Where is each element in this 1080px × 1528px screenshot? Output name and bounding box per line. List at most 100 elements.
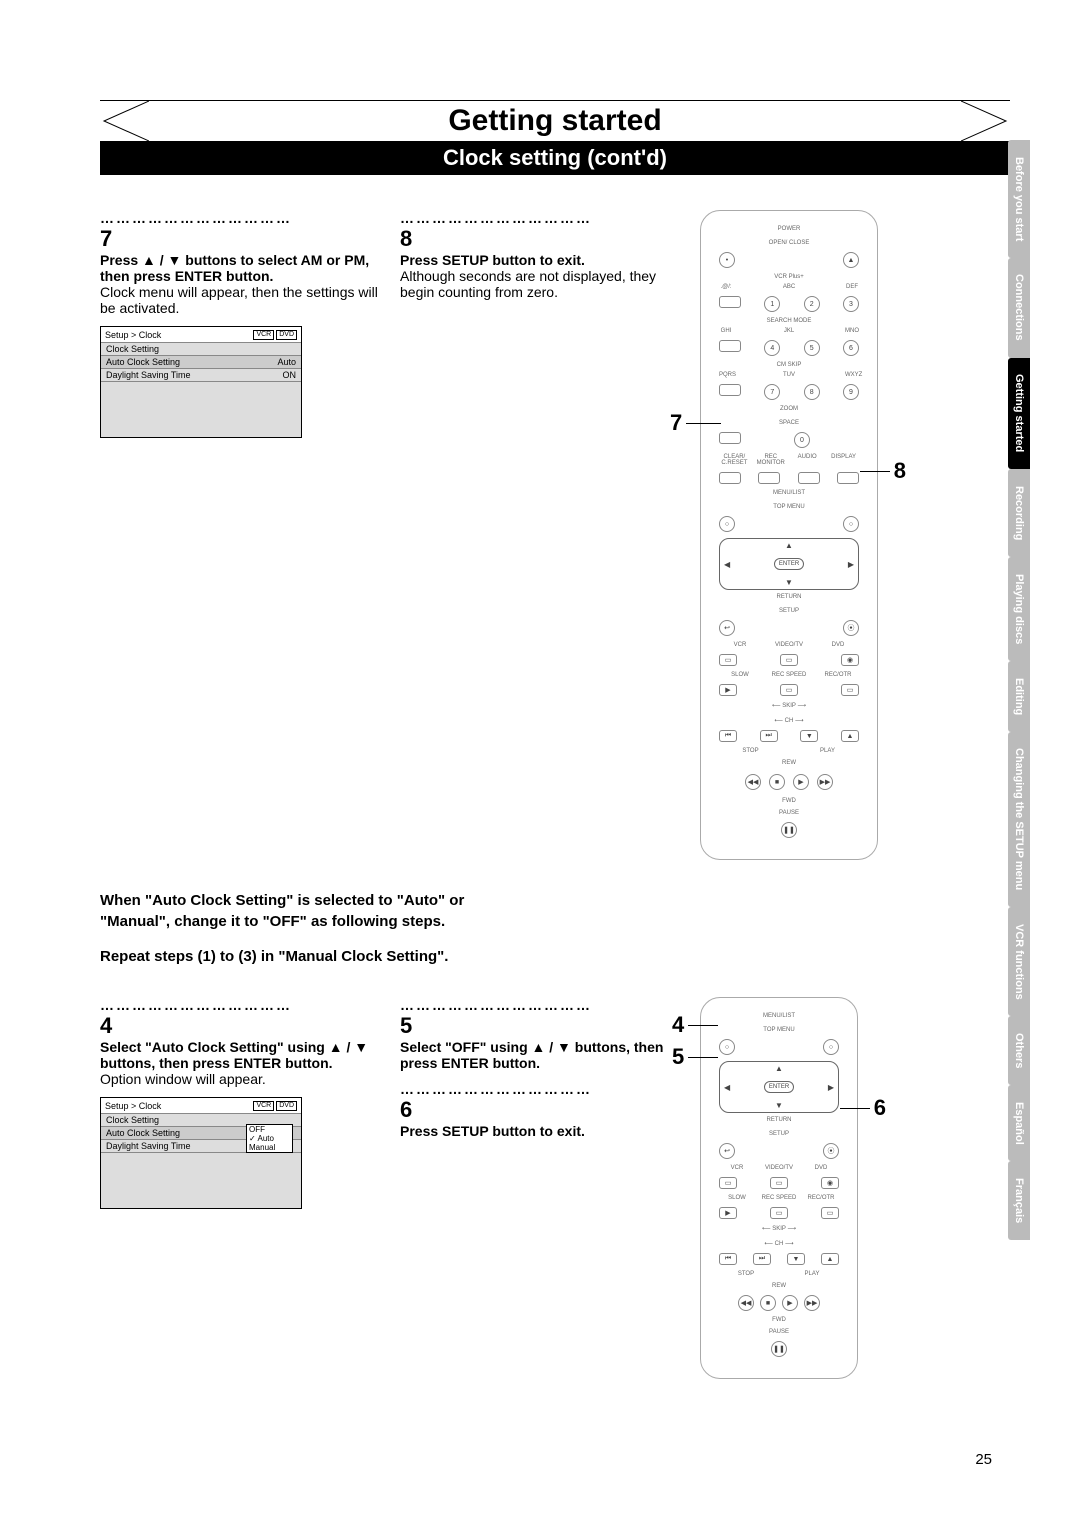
midtext-line-3: Repeat steps (1) to (3) in "Manual Clock… — [100, 946, 1010, 967]
return-button: ↩ — [719, 1143, 735, 1159]
nav-wheel: ▲▼◀▶ENTER — [719, 1061, 839, 1113]
osd-row-value: Auto — [277, 357, 296, 367]
num-8-button: 8 — [804, 384, 820, 400]
step-7-body: Clock menu will appear, then the setting… — [100, 284, 380, 316]
num-1-button: 1 — [764, 296, 780, 312]
step-4-body: Option window will appear. — [100, 1071, 380, 1087]
step-8-body: Although seconds are not displayed, they… — [400, 268, 680, 300]
open-close-button: ▲ — [843, 252, 859, 268]
step-8-number: 8 — [400, 226, 680, 252]
num-6-button: 6 — [843, 340, 859, 356]
num-5-button: 5 — [804, 340, 820, 356]
power-button: • — [719, 252, 735, 268]
menu-list-button: ○ — [719, 516, 735, 532]
osd-breadcrumb: Setup > Clock — [105, 1101, 161, 1111]
setup-button: ⦿ — [823, 1143, 839, 1159]
step-7-number: 7 — [100, 226, 380, 252]
mode-button: ◉ — [841, 654, 859, 666]
play-button: ▶ — [793, 774, 809, 790]
step-8-instruction: Press SETUP button to exit. — [400, 252, 680, 268]
side-tab-setup: Changing the SETUP menu — [1008, 732, 1030, 908]
play-button: ▶ — [782, 1295, 798, 1311]
osd-dropdown: OFF Auto Manual — [246, 1124, 293, 1153]
side-tab-editing: Editing — [1008, 661, 1030, 732]
subtitle-bar: Clock setting (cont'd) — [100, 141, 1010, 175]
nav-wheel: ▲▼◀▶ENTER — [719, 538, 859, 590]
num-3-button: 3 — [843, 296, 859, 312]
page-number: 25 — [975, 1451, 992, 1468]
osd-breadcrumb: Setup > Clock — [105, 330, 161, 340]
osd-row-label: Clock Setting — [106, 344, 159, 354]
step-4-number: 4 — [100, 1013, 380, 1039]
rew-button: ◀◀ — [745, 774, 761, 790]
divider-dots: ……………………………… — [100, 210, 380, 226]
return-button: ↩ — [719, 620, 735, 636]
osd-badge-dvd: DVD — [276, 330, 297, 340]
num-9-button: 9 — [843, 384, 859, 400]
mode-button: ▭ — [780, 654, 798, 666]
osd-row-label: Auto Clock Setting — [106, 357, 180, 367]
pause-button: ❚❚ — [781, 822, 797, 838]
osd-clock-menu-2: Setup > Clock VCR DVD Clock Setting Auto… — [100, 1097, 302, 1209]
side-tab-es: Español — [1008, 1085, 1030, 1161]
divider-dots: ……………………………… — [400, 1081, 680, 1097]
osd-row-label: Daylight Saving Time — [106, 370, 191, 380]
step-4-instruction: Select "Auto Clock Setting" using ▲ / ▼ … — [100, 1039, 380, 1071]
callout-6: 6 — [840, 1095, 886, 1121]
divider-dots: ……………………………… — [100, 997, 380, 1013]
osd-badge-dvd: DVD — [276, 1101, 297, 1111]
step-8-column: ……………………………… 8 Press SETUP button to exi… — [400, 210, 680, 860]
dropdown-option-auto: Auto — [247, 1134, 292, 1143]
callout-8: 8 — [860, 458, 906, 484]
top-menu-button: ○ — [843, 516, 859, 532]
dropdown-option-off: OFF — [247, 1125, 292, 1134]
midtext-line-1: When "Auto Clock Setting" is selected to… — [100, 890, 1010, 911]
osd-badge-vcr: VCR — [253, 1101, 274, 1111]
menu-list-button: ○ — [719, 1039, 735, 1055]
side-tab-before: Before you start — [1008, 140, 1030, 258]
step-7-column: ……………………………… 7 Press ▲ / ▼ buttons to se… — [100, 210, 380, 860]
side-tab-playing: Playing discs — [1008, 557, 1030, 661]
zoom-button — [719, 432, 741, 444]
divider-dots: ……………………………… — [400, 210, 680, 226]
step-6-instruction: Press SETUP button to exit. — [400, 1123, 680, 1139]
side-tab-fr: Français — [1008, 1161, 1030, 1240]
num-2-button: 2 — [804, 296, 820, 312]
mode-button: ▭ — [719, 654, 737, 666]
side-tab-recording: Recording — [1008, 469, 1030, 557]
side-tab-vcr: VCR functions — [1008, 907, 1030, 1016]
side-tab-others: Others — [1008, 1016, 1030, 1085]
top-menu-button: ○ — [823, 1039, 839, 1055]
setup-button: ⦿ — [843, 620, 859, 636]
osd-row-value: ON — [283, 370, 297, 380]
osd-clock-menu-1: Setup > Clock VCR DVD Clock Setting Auto… — [100, 326, 302, 438]
side-nav: Before you startConnectionsGetting start… — [1008, 140, 1030, 1240]
num-0-button: 0 — [794, 432, 810, 448]
step-5-6-column: ……………………………… 5 Select "OFF" using ▲ / ▼ … — [400, 997, 680, 1379]
step-5-instruction: Select "OFF" using ▲ / ▼ buttons, then p… — [400, 1039, 680, 1071]
stop-button: ■ — [769, 774, 785, 790]
step-7-instruction: Press ▲ / ▼ buttons to select AM or PM, … — [100, 252, 380, 284]
pause-button: ❚❚ — [771, 1341, 787, 1357]
rew-button: ◀◀ — [738, 1295, 754, 1311]
step-5-number: 5 — [400, 1013, 680, 1039]
fwd-button: ▶▶ — [804, 1295, 820, 1311]
fwd-button: ▶▶ — [817, 774, 833, 790]
mid-instructions: When "Auto Clock Setting" is selected to… — [100, 890, 1010, 967]
callout-4-5: 4 5 — [672, 1012, 718, 1070]
dropdown-option-manual: Manual — [247, 1143, 292, 1152]
step-4-column: ……………………………… 4 Select "Auto Clock Settin… — [100, 997, 380, 1379]
num-4-button: 4 — [764, 340, 780, 356]
remote-illustration-partial: MENU/LISTTOP MENU○○▲▼◀▶ENTERRETURNSETUP↩… — [700, 997, 858, 1379]
midtext-line-2: "Manual", change it to "OFF" as followin… — [100, 911, 1010, 932]
osd-row-label: Clock Setting — [106, 1115, 159, 1125]
callout-7: 7 — [670, 410, 721, 436]
section-header: Getting started Clock setting (cont'd) — [100, 100, 1010, 180]
divider-dots: ……………………………… — [400, 997, 680, 1013]
step-6-number: 6 — [400, 1097, 680, 1123]
num-7-button: 7 — [764, 384, 780, 400]
title-text: Getting started — [448, 104, 661, 138]
title-banner: Getting started — [100, 100, 1010, 142]
side-tab-getting: Getting started — [1008, 358, 1030, 470]
osd-row-label: Auto Clock Setting — [106, 1128, 180, 1138]
